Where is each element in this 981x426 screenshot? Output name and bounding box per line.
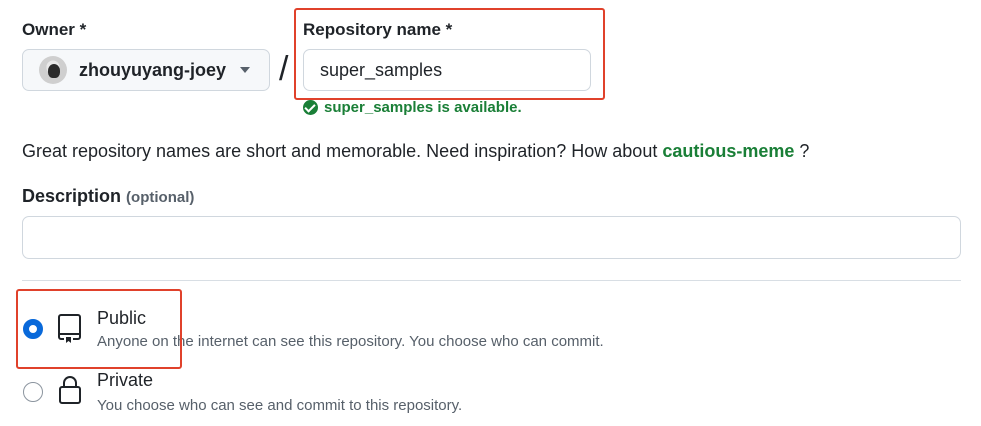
public-option-highlight xyxy=(16,289,182,369)
availability-text: super_samples is available. xyxy=(324,99,522,116)
divider xyxy=(22,280,961,281)
description-label-text: Description xyxy=(22,186,122,206)
owner-label: Owner * xyxy=(22,20,87,39)
optional-tag: (optional) xyxy=(126,189,195,206)
owner-repo-separator: / xyxy=(279,50,289,88)
repo-name-highlight xyxy=(294,8,605,100)
owner-select[interactable]: zhouyuyang-joey xyxy=(22,49,270,91)
availability-message: super_samples is available. xyxy=(303,99,522,116)
suggested-name-link[interactable]: cautious-meme xyxy=(662,141,794,161)
lock-icon xyxy=(59,376,81,404)
name-suggestion-hint: Great repository names are short and mem… xyxy=(22,141,809,162)
chevron-down-icon xyxy=(240,67,251,73)
hint-suffix: ? xyxy=(794,141,810,161)
check-circle-icon xyxy=(303,100,318,115)
description-input[interactable] xyxy=(22,216,961,259)
description-label: Description (optional) xyxy=(22,186,194,207)
hint-prefix: Great repository names are short and mem… xyxy=(22,141,663,161)
private-radio[interactable] xyxy=(23,382,43,402)
private-title: Private xyxy=(97,370,154,390)
owner-selected-value: zhouyuyang-joey xyxy=(79,59,227,80)
private-description: You choose who can see and commit to thi… xyxy=(97,397,463,414)
avatar xyxy=(39,56,67,84)
